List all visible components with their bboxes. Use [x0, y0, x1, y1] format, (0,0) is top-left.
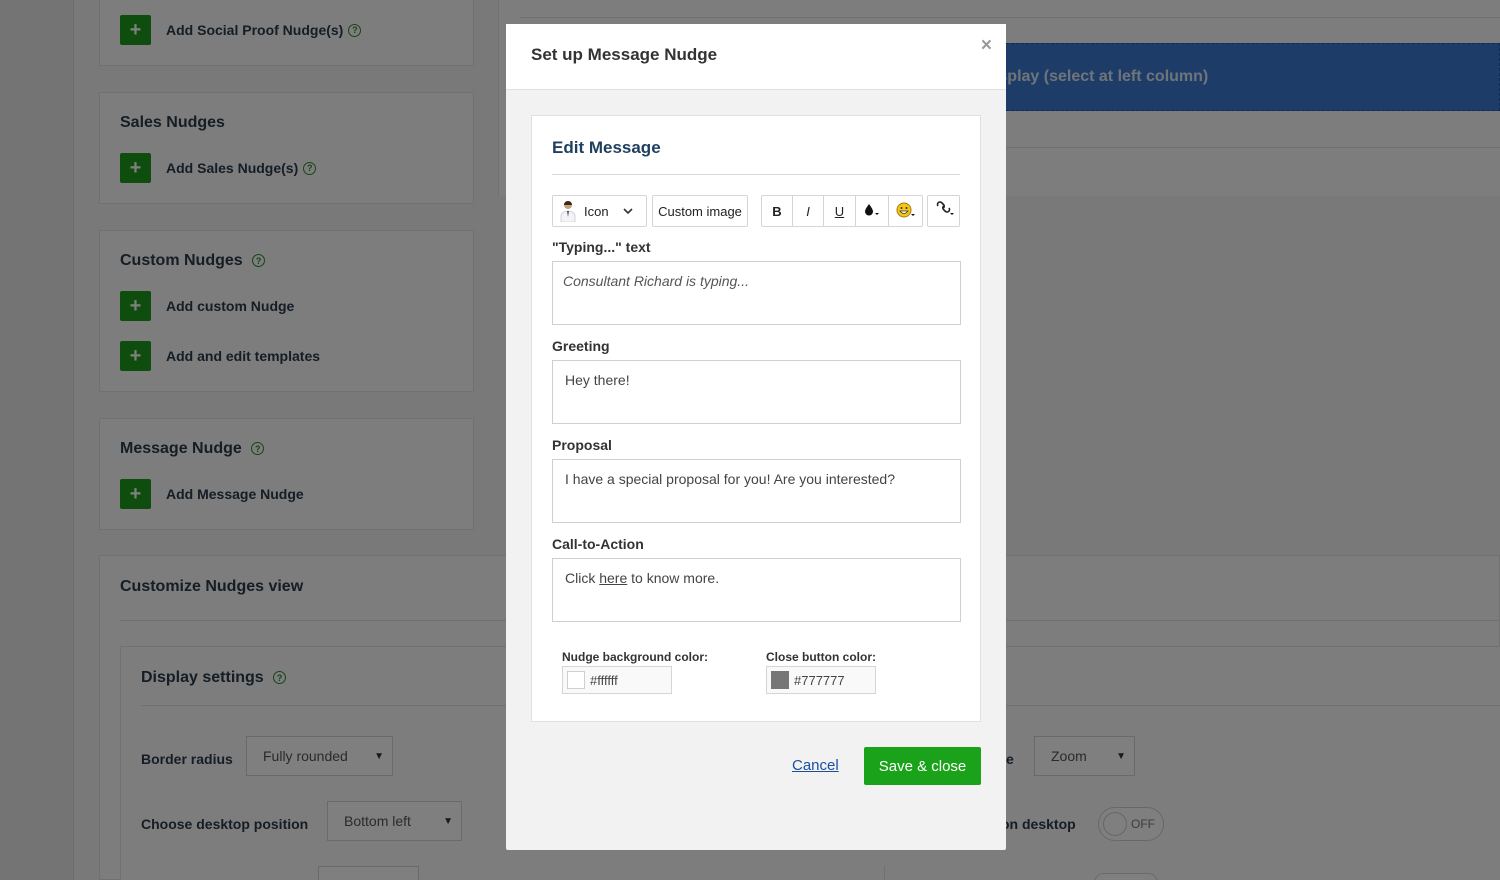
link-icon: [935, 200, 955, 222]
bg-color-input[interactable]: #ffffff: [562, 666, 672, 694]
close-icon[interactable]: ×: [981, 35, 992, 57]
modal-title: Set up Message Nudge: [531, 45, 718, 64]
close-color-swatch[interactable]: [771, 671, 789, 689]
emoji-icon: [896, 202, 916, 221]
cancel-button[interactable]: Cancel: [792, 757, 839, 774]
greeting-label: Greeting: [552, 338, 610, 354]
cta-suffix: to know more.: [627, 570, 720, 586]
proposal-field[interactable]: I have a special proposal for you! Are y…: [552, 459, 961, 523]
icon-dropdown-label: Icon: [584, 203, 609, 219]
edit-message-title: Edit Message: [552, 138, 661, 157]
custom-image-label: Custom image: [658, 203, 742, 219]
chevron-down-icon: [623, 202, 633, 220]
link-button[interactable]: [927, 195, 960, 227]
modal-header: Set up Message Nudge ×: [506, 24, 1006, 90]
editor-toolbar: Icon Custom image B I U: [552, 195, 961, 227]
custom-image-button[interactable]: Custom image: [652, 195, 748, 227]
bold-button[interactable]: B: [762, 196, 793, 226]
edit-message-card: Edit Message Icon Custom image B I U "Ty…: [531, 115, 981, 722]
cta-prefix: Click: [565, 570, 600, 586]
message-nudge-modal: Set up Message Nudge × Edit Message Icon: [506, 24, 1006, 850]
close-color-input[interactable]: #777777: [766, 666, 876, 694]
italic-button[interactable]: I: [793, 196, 824, 226]
greeting-field[interactable]: Hey there!: [552, 360, 961, 424]
typing-text-field[interactable]: Consultant Richard is typing...: [552, 261, 961, 325]
cta-label: Call-to-Action: [552, 536, 644, 552]
bg-color-value: #ffffff: [590, 672, 618, 688]
typing-text-label: "Typing..." text: [552, 239, 651, 255]
cta-link[interactable]: here: [599, 570, 627, 586]
icon-dropdown[interactable]: Icon: [552, 195, 647, 227]
close-color-value: #777777: [794, 672, 845, 688]
close-color-label: Close button color:: [766, 650, 876, 664]
color-drop-icon: [864, 203, 880, 220]
divider: [552, 174, 960, 175]
emoji-button[interactable]: [889, 196, 922, 226]
bg-color-label: Nudge background color:: [562, 650, 709, 664]
format-group: B I U: [761, 195, 923, 227]
underline-button[interactable]: U: [824, 196, 856, 226]
bg-color-swatch[interactable]: [567, 671, 585, 689]
save-close-button[interactable]: Save & close: [864, 747, 981, 785]
proposal-label: Proposal: [552, 437, 612, 453]
cta-field[interactable]: Click here to know more.: [552, 558, 961, 622]
text-color-button[interactable]: [856, 196, 889, 226]
avatar-icon: [560, 200, 576, 223]
